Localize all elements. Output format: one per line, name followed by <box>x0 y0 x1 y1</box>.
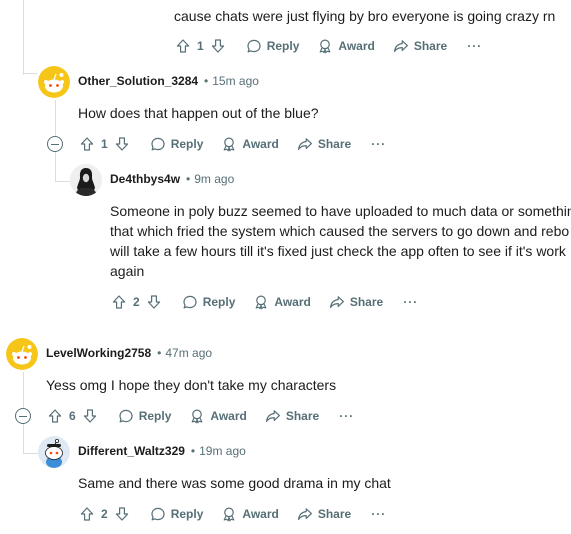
more-options-button[interactable]: ··· <box>403 295 418 309</box>
share-icon <box>265 408 281 424</box>
award-button[interactable]: Award <box>189 408 247 424</box>
reply-icon <box>150 506 166 522</box>
award-button[interactable]: Award <box>221 136 279 152</box>
thread-branch <box>23 73 37 74</box>
comment-time: • 47m ago <box>157 346 213 360</box>
username[interactable]: Other_Solution_3284 <box>78 74 198 88</box>
share-icon <box>329 294 345 310</box>
downvote-icon[interactable] <box>112 134 132 154</box>
user-avatar-icon <box>70 164 102 196</box>
upvote-icon[interactable] <box>45 406 65 426</box>
comment-body: How does that happen out of the blue? <box>78 105 319 121</box>
vote-count: 1 <box>101 137 108 151</box>
vote-group: 2 <box>109 292 164 312</box>
username[interactable]: Different_Waltz329 <box>78 444 185 458</box>
thread-branch <box>23 453 39 454</box>
award-icon <box>221 136 237 152</box>
award-button[interactable]: Award <box>317 38 375 54</box>
vote-group: 1 <box>173 36 228 56</box>
downvote-icon[interactable] <box>208 36 228 56</box>
collapse-thread-button[interactable] <box>15 408 31 424</box>
reply-icon <box>150 136 166 152</box>
comment-time: • 9m ago <box>186 172 235 186</box>
more-options-button[interactable]: ··· <box>339 409 354 423</box>
more-options-button[interactable]: ··· <box>371 507 386 521</box>
more-options-button[interactable]: ··· <box>371 137 386 151</box>
award-icon <box>317 38 333 54</box>
downvote-icon[interactable] <box>144 292 164 312</box>
share-icon <box>297 136 313 152</box>
comment-actions: 6 Reply Award Share ··· <box>45 404 354 428</box>
award-button[interactable]: Award <box>253 294 311 310</box>
collapse-thread-button[interactable] <box>47 136 63 152</box>
comment-body: Same and there was some good drama in my… <box>78 475 391 491</box>
comment-body: Someone in poly buzz seemed to have uplo… <box>110 203 571 279</box>
comment-time: • 19m ago <box>190 444 246 458</box>
share-button[interactable]: Share <box>297 506 351 522</box>
share-icon <box>297 506 313 522</box>
upvote-icon[interactable] <box>77 504 97 524</box>
username[interactable]: De4thbys4w <box>110 172 180 186</box>
avatar[interactable] <box>70 164 102 196</box>
snoo-avatar-icon <box>6 338 38 370</box>
downvote-icon[interactable] <box>112 504 132 524</box>
vote-group: 2 <box>77 504 132 524</box>
username[interactable]: LevelWorking2758 <box>46 346 151 360</box>
snoo-avatar-icon <box>38 66 70 98</box>
reply-button[interactable]: Reply <box>150 506 203 522</box>
share-icon <box>393 38 409 54</box>
upvote-icon[interactable] <box>173 36 193 56</box>
thread-line <box>23 372 24 408</box>
vote-count: 2 <box>101 507 108 521</box>
reply-icon <box>246 38 262 54</box>
upvote-icon[interactable] <box>77 134 97 154</box>
award-icon <box>253 294 269 310</box>
upvote-icon[interactable] <box>109 292 129 312</box>
avatar[interactable] <box>6 338 38 370</box>
share-button[interactable]: Share <box>329 294 383 310</box>
comment-header: De4thbys4w • 9m ago <box>110 172 234 186</box>
comment-header: Different_Waltz329 • 19m ago <box>78 444 246 458</box>
comment-actions: 2 Reply Award Share ··· <box>77 502 386 526</box>
share-button[interactable]: Share <box>297 136 351 152</box>
reply-button[interactable]: Reply <box>150 136 203 152</box>
thread-line <box>23 424 24 454</box>
reply-button[interactable]: Reply <box>118 408 171 424</box>
thread-line <box>55 100 56 136</box>
comment-actions: 1 Reply Award Share ··· <box>77 132 386 156</box>
award-icon <box>221 506 237 522</box>
comment-body: Yess omg I hope they don't take my chara… <box>46 377 337 393</box>
reply-button[interactable]: Reply <box>246 38 299 54</box>
comment-body: cause chats were just flying by bro ever… <box>174 8 556 24</box>
reply-icon <box>118 408 134 424</box>
share-button[interactable]: Share <box>393 38 447 54</box>
comment-header: LevelWorking2758 • 47m ago <box>46 346 212 360</box>
avatar[interactable] <box>38 436 70 468</box>
vote-group: 6 <box>45 406 100 426</box>
snoo-avatar-icon <box>38 436 70 468</box>
thread-branch <box>55 181 70 182</box>
comment-actions: 2 Reply Award Share ··· <box>109 290 418 314</box>
share-button[interactable]: Share <box>265 408 319 424</box>
award-button[interactable]: Award <box>221 506 279 522</box>
reply-icon <box>182 294 198 310</box>
comment-header: Other_Solution_3284 • 15m ago <box>78 74 259 88</box>
vote-group: 1 <box>77 134 132 154</box>
vote-count: 2 <box>133 295 140 309</box>
comment-actions: 1 Reply Award Share ··· <box>173 34 482 58</box>
vote-count: 1 <box>197 39 204 53</box>
comment-time: • 15m ago <box>204 74 259 88</box>
award-icon <box>189 408 205 424</box>
vote-count: 6 <box>69 409 76 423</box>
reply-button[interactable]: Reply <box>182 294 235 310</box>
avatar[interactable] <box>38 66 70 98</box>
thread-line <box>23 0 24 75</box>
more-options-button[interactable]: ··· <box>467 39 482 53</box>
thread-line <box>55 152 56 182</box>
downvote-icon[interactable] <box>80 406 100 426</box>
